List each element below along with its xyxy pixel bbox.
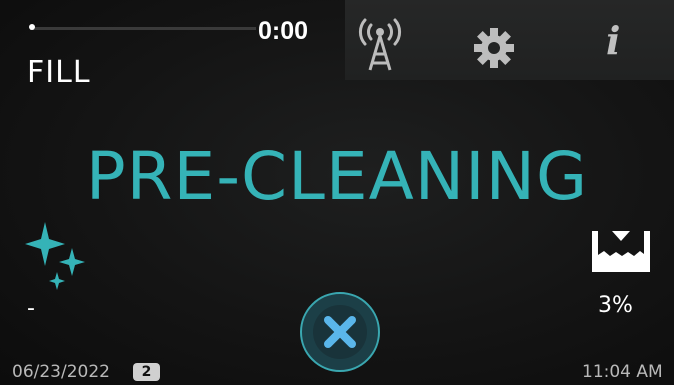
basin-level-icon bbox=[590, 225, 652, 277]
close-icon bbox=[324, 316, 356, 348]
screen: 0:00 FILL i PRE-CLEANING - 3% 06/23/2022… bbox=[0, 0, 674, 385]
level-percent: 3% bbox=[598, 293, 633, 318]
sparkle-icon bbox=[23, 222, 91, 294]
progress-bar bbox=[30, 27, 256, 30]
antenna-icon[interactable] bbox=[355, 10, 405, 76]
notification-badge[interactable]: 2 bbox=[133, 363, 160, 381]
clock-display: 11:04 AM bbox=[582, 362, 663, 382]
progress-indicator bbox=[29, 24, 35, 30]
status-title: PRE-CLEANING bbox=[85, 138, 589, 215]
timer-display: 0:00 bbox=[258, 17, 309, 45]
left-value: - bbox=[27, 296, 35, 321]
date-display: 06/23/2022 bbox=[12, 362, 110, 382]
cancel-button[interactable] bbox=[300, 292, 380, 372]
mode-label: FILL bbox=[27, 55, 91, 90]
info-icon[interactable]: i bbox=[606, 18, 620, 63]
gear-icon[interactable] bbox=[472, 26, 516, 74]
info-glyph: i bbox=[606, 18, 621, 63]
